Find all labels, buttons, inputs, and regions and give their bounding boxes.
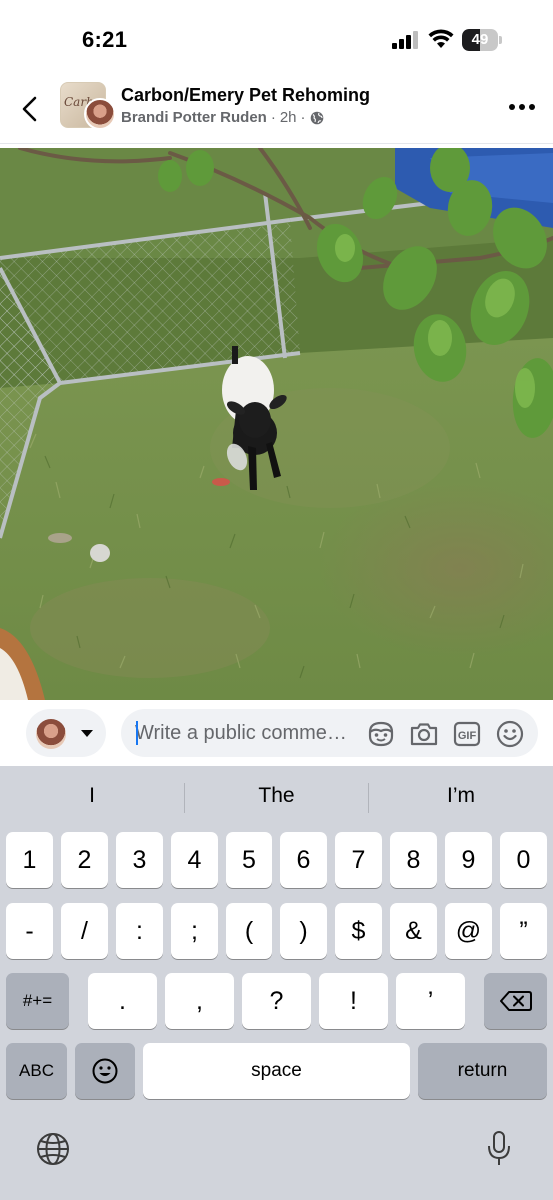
key-comma[interactable]: , [165,973,234,1029]
key-2[interactable]: 2 [61,832,108,888]
abc-key[interactable]: ABC [6,1043,67,1099]
space-key[interactable]: space [143,1043,410,1099]
avatar [36,719,66,749]
key-close-paren[interactable]: ) [280,903,327,959]
key-7[interactable]: 7 [335,832,382,888]
gif-icon[interactable]: GIF [452,719,482,749]
comment-identity-switcher[interactable] [26,709,106,757]
backspace-icon [499,991,532,1011]
key-4[interactable]: 4 [171,832,218,888]
key-semicolon[interactable]: ; [171,903,218,959]
camera-icon[interactable] [409,719,439,749]
post-meta: Brandi Potter Ruden · 2h · [121,109,324,126]
meta-separator-2: · [300,109,306,126]
key-quote[interactable]: ” [500,903,547,959]
author-avatar[interactable] [84,98,116,130]
key-apostrophe[interactable]: ’ [396,973,465,1029]
key-colon[interactable]: : [116,903,163,959]
key-hyphen[interactable]: - [6,903,53,959]
key-at[interactable]: @ [445,903,492,959]
globe-icon [310,111,323,124]
post-header: Carbon Carbon/Emery Pet Rehoming Brandi … [0,72,553,144]
key-slash[interactable]: / [61,903,108,959]
post-time[interactable]: 2h [280,109,297,126]
key-open-paren[interactable]: ( [226,903,272,959]
photo-goat-in-pen [0,148,553,700]
symbols-key[interactable]: #+= [6,973,69,1029]
battery-level: 49 [471,31,489,48]
comment-field[interactable]: GIF [121,709,538,757]
battery-icon: 49 [462,29,502,51]
key-period[interactable]: . [88,973,157,1029]
status-time: 6:21 [82,27,128,52]
emoji-key[interactable] [75,1043,135,1099]
avatar-sticker-icon[interactable] [366,719,396,749]
status-bar: 6:21 49 [0,0,553,72]
post-photo[interactable] [0,148,553,700]
svg-text:GIF: GIF [458,730,477,742]
suggestion-bar: I The I’m [0,766,553,828]
microphone-icon[interactable] [486,1130,512,1168]
backspace-key[interactable] [484,973,547,1029]
more-dots-icon[interactable] [508,100,536,114]
key-0[interactable]: 0 [500,832,547,888]
suggestion-2[interactable]: The [185,784,368,814]
text-cursor [136,721,138,745]
emoji-keyboard-icon [92,1058,118,1084]
comment-input[interactable] [135,709,365,757]
key-9[interactable]: 9 [445,832,492,888]
author-name[interactable]: Brandi Potter Ruden [121,109,267,126]
caret-down-icon [81,730,93,737]
key-exclamation[interactable]: ! [319,973,388,1029]
key-1[interactable]: 1 [6,832,53,888]
key-5[interactable]: 5 [226,832,272,888]
wifi-icon [428,29,454,48]
suggestion-1[interactable]: I [0,784,184,814]
key-question[interactable]: ? [242,973,311,1029]
key-ampersand[interactable]: & [390,903,437,959]
group-name[interactable]: Carbon/Emery Pet Rehoming [121,85,370,106]
cellular-signal-icon [392,31,418,49]
suggestion-3[interactable]: I’m [369,784,553,814]
emoji-icon[interactable] [495,719,525,749]
return-key[interactable]: return [418,1043,547,1099]
key-6[interactable]: 6 [280,832,327,888]
globe-keyboard-icon[interactable] [36,1132,70,1166]
key-dollar[interactable]: $ [335,903,382,959]
keyboard: I The I’m 1 2 3 4 5 6 7 8 9 0 - / : ; ( … [0,766,553,1200]
comment-bar: GIF [0,700,553,766]
meta-separator: · [270,109,276,126]
back-button[interactable] [18,94,44,124]
key-3[interactable]: 3 [116,832,163,888]
key-8[interactable]: 8 [390,832,437,888]
